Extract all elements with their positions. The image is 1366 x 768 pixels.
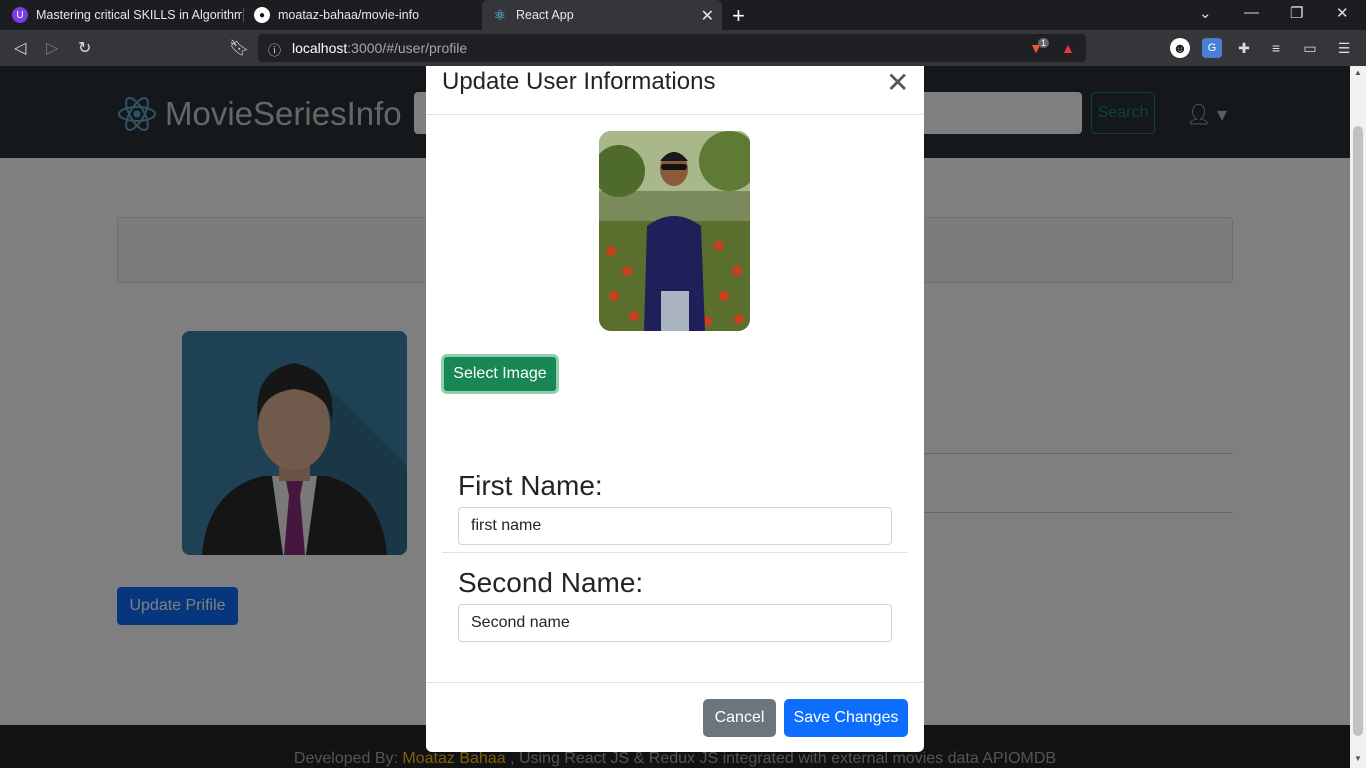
select-image-button[interactable]: Select Image [441,354,559,394]
field-divider [442,552,908,553]
browser-tab[interactable]: U Mastering critical SKILLS in Algorithm… [2,0,242,30]
tab-title: React App [516,8,574,22]
react-icon: ⚛ [493,6,507,23]
site-icon: U [12,7,28,23]
tab-title: Mastering critical SKILLS in Algorithms [36,8,242,22]
tab-title: moataz-bahaa/movie-info [278,8,420,22]
translate-icon[interactable]: G [1202,38,1222,58]
extensions-icon[interactable]: ✚ [1234,38,1254,58]
browser-tab-bar: U Mastering critical SKILLS in Algorithm… [0,0,1366,30]
second-name-label: Second Name: [458,567,644,598]
user-photo [599,131,750,331]
scroll-down-icon[interactable]: ▼ [1354,754,1362,763]
brave-rewards-icon[interactable]: ▲ [1058,38,1078,58]
github-icon: ● [254,7,270,23]
first-name-label: First Name: [458,470,603,501]
url-text: localhost:3000/#/user/profile [292,40,468,56]
update-user-modal: Update User Informations ✕ Select Image … [426,66,924,752]
bookmark-icon[interactable]: 🔖︎ [229,38,249,58]
modal-footer: Cancel Save Changes [426,682,924,752]
forward-icon[interactable]: ▷ [46,38,58,58]
playlist-icon[interactable]: ≡ [1266,38,1286,58]
modal-header: Update User Informations ✕ [426,66,924,115]
second-name-input[interactable] [458,604,892,642]
back-icon[interactable]: ◁ [14,38,26,58]
new-tab-icon[interactable]: + [732,3,745,29]
close-icon[interactable]: ✕ [886,66,909,99]
wallet-icon[interactable]: ▭ [1300,38,1320,58]
profile-avatar-icon[interactable]: ☻ [1170,38,1190,58]
first-name-input[interactable] [458,507,892,545]
site-info-icon[interactable]: ⓘ [268,40,281,59]
save-changes-button[interactable]: Save Changes [784,699,908,737]
minimize-icon[interactable]: — [1244,4,1259,21]
menu-icon[interactable]: ☰ [1334,38,1354,58]
restore-icon[interactable]: ❐ [1290,4,1303,22]
modal-title: Update User Informations [442,68,716,95]
close-tab-icon[interactable]: ✕ [701,6,714,26]
shields-badge: 1 [1038,38,1050,48]
reload-icon[interactable]: ↻ [78,38,91,58]
close-window-icon[interactable]: ✕ [1336,4,1349,22]
browser-tab-active[interactable]: ⚛ React App ✕ [482,0,722,30]
cancel-button[interactable]: Cancel [703,699,776,737]
page-scrollbar[interactable]: ▲ ▼ [1350,66,1366,768]
tab-search-icon[interactable]: ⌄ [1199,4,1212,22]
user-photo-image [599,131,750,331]
scrollbar-thumb[interactable] [1353,126,1363,736]
browser-tab[interactable]: ● moataz-bahaa/movie-info [244,0,482,30]
scroll-up-icon[interactable]: ▲ [1354,68,1362,77]
